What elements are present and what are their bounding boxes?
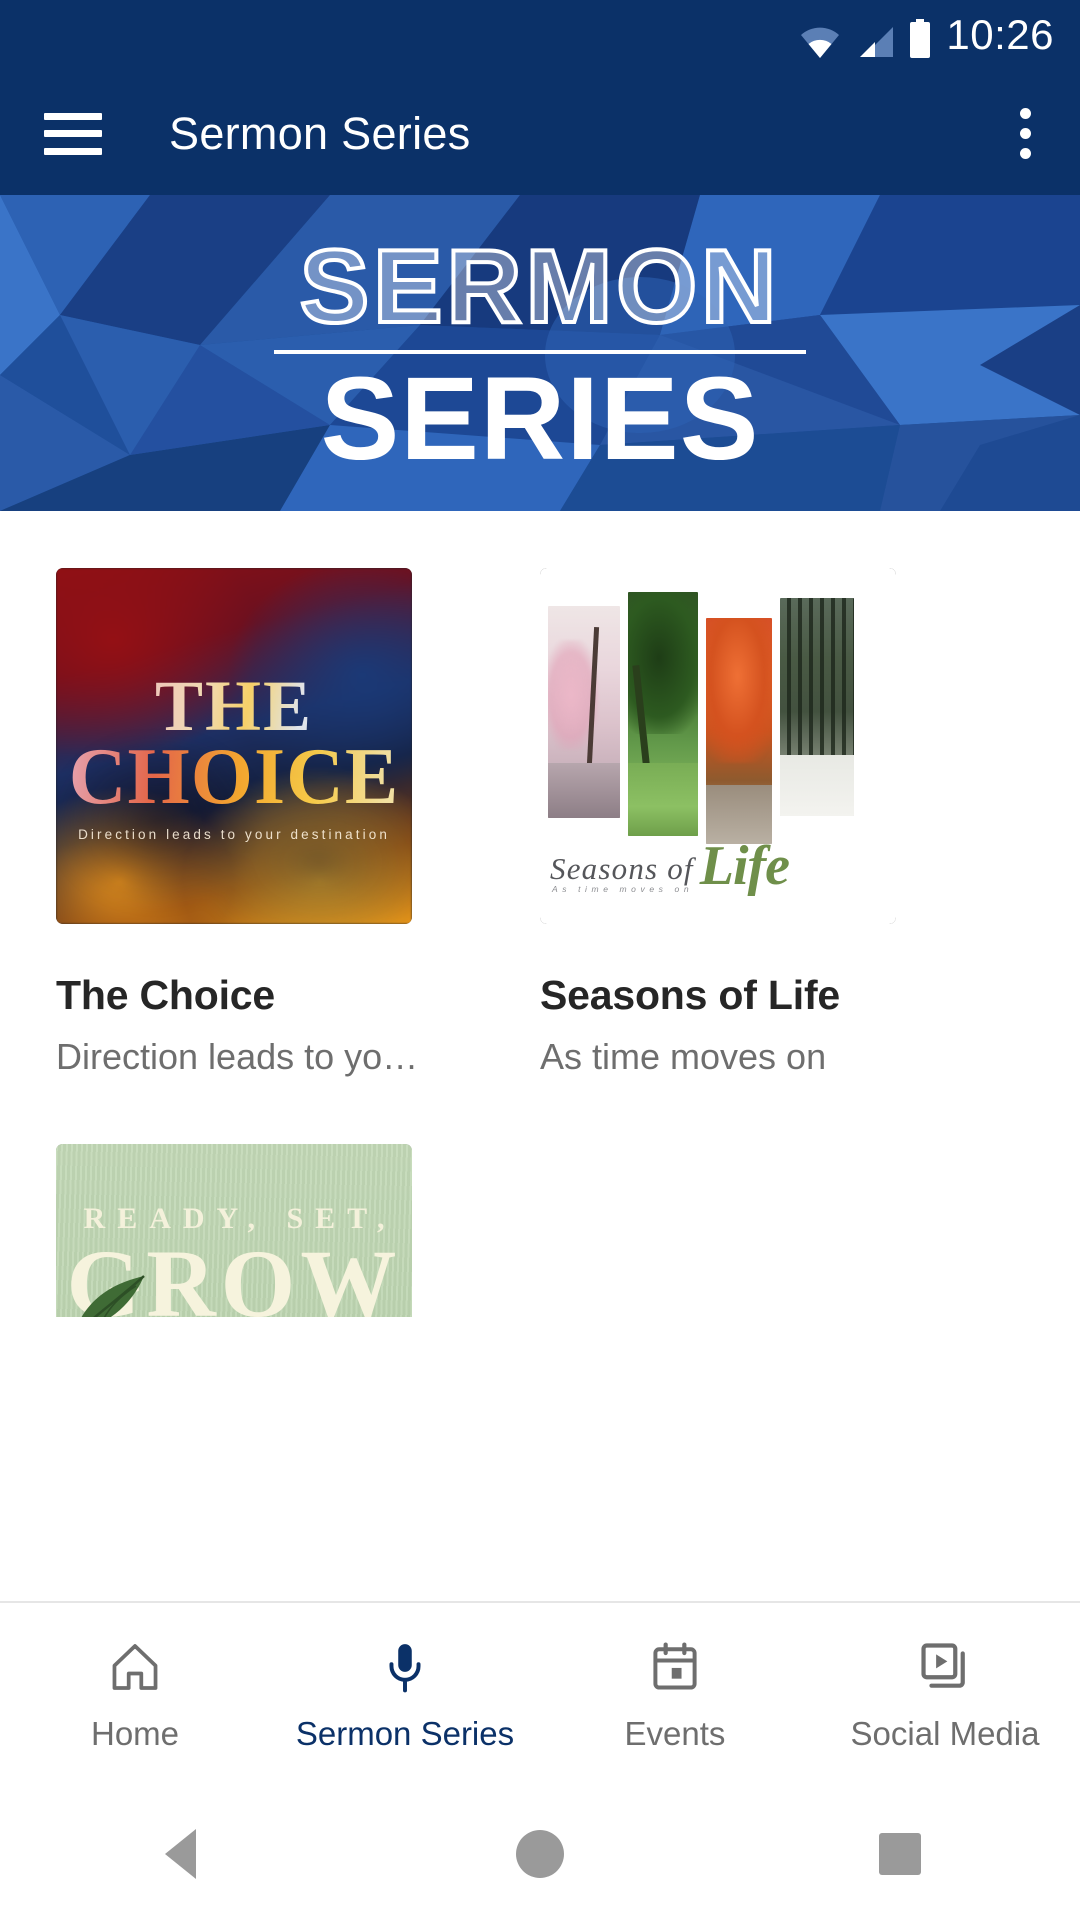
artwork-line-2: CHOICE <box>68 732 400 821</box>
leaf-icon <box>81 1275 145 1317</box>
series-card-ready-set-grow[interactable]: READY, SET, GROW <box>56 1144 480 1317</box>
winter-panel <box>780 598 854 816</box>
artwork-line-1: Seasons of As time moves on <box>550 851 694 894</box>
hero-text: SERMON SERIES <box>0 195 1080 511</box>
home-icon <box>112 1643 158 1690</box>
spring-panel <box>548 606 620 818</box>
nav-item-events[interactable]: Events <box>540 1639 810 1753</box>
video-library-icon <box>921 1642 965 1688</box>
seasons-of-life-artwork: Seasons of As time moves on Life <box>540 568 896 924</box>
series-thumbnail[interactable]: THE CHOICE Direction leads to your desti… <box>56 568 412 924</box>
calendar-icon <box>653 1642 697 1690</box>
series-thumbnail[interactable]: READY, SET, GROW <box>56 1144 412 1317</box>
series-thumbnail[interactable]: Seasons of As time moves on Life <box>540 568 896 924</box>
back-triangle-icon[interactable] <box>0 1829 360 1879</box>
nav-label: Home <box>90 1714 180 1752</box>
cellular-signal-icon <box>860 27 894 57</box>
artwork-text: THE CHOICE Direction leads to your desti… <box>56 568 412 924</box>
summer-panel <box>628 592 698 836</box>
battery-icon <box>910 19 931 58</box>
hero-line-2: SERIES <box>320 352 760 485</box>
autumn-panel <box>706 618 772 844</box>
series-subtitle: As time moves on <box>540 1036 827 1077</box>
series-card-the-choice[interactable]: THE CHOICE Direction leads to your desti… <box>56 568 480 1078</box>
artwork-line-2: Life <box>699 834 790 897</box>
series-subtitle: Direction leads to yo… <box>56 1036 419 1077</box>
nav-item-home[interactable]: Home <box>0 1639 270 1753</box>
bottom-navigation-bar: Home Sermon Series Events Social Media <box>0 1601 1080 1788</box>
series-title: Seasons of Life <box>540 972 841 1018</box>
nav-item-social-media[interactable]: Social Media <box>810 1639 1080 1753</box>
microphone-icon <box>389 1643 421 1692</box>
artwork-tagline: As time moves on <box>552 884 694 894</box>
more-vertical-icon[interactable] <box>1020 108 1032 159</box>
nav-item-sermon-series[interactable]: Sermon Series <box>270 1639 540 1753</box>
series-list-scroll[interactable]: THE CHOICE Direction leads to your desti… <box>0 511 1080 1317</box>
nav-label: Events <box>624 1714 726 1752</box>
series-card-seasons-of-life[interactable]: Seasons of As time moves on Life Seasons… <box>540 568 964 1078</box>
series-title: The Choice <box>56 972 275 1018</box>
ready-set-grow-artwork: READY, SET, GROW <box>56 1144 412 1317</box>
nav-label: Social Media <box>850 1714 1040 1752</box>
artwork-tagline: Direction leads to your destination <box>78 826 390 842</box>
hamburger-menu-icon[interactable] <box>44 112 102 155</box>
artwork-text: Seasons of As time moves on Life <box>550 838 886 894</box>
hero-banner: SERMON SERIES <box>0 195 1080 511</box>
status-bar: 10:26 <box>0 0 1080 72</box>
android-system-nav <box>0 1788 1080 1920</box>
app-screen: 10:26 Sermon Series SERMON SERIES THE CH… <box>0 0 1080 1920</box>
status-time: 10:26 <box>946 10 1054 58</box>
status-icons <box>798 13 932 59</box>
hero-line-1: SERMON <box>298 229 781 346</box>
series-grid: THE CHOICE Direction leads to your desti… <box>0 511 1080 1317</box>
home-circle-icon[interactable] <box>360 1830 720 1878</box>
wifi-icon <box>801 27 840 58</box>
page-title: Sermon Series <box>169 107 471 159</box>
app-bar: Sermon Series <box>0 72 1080 195</box>
nav-label: Sermon Series <box>295 1714 515 1752</box>
the-choice-artwork: THE CHOICE Direction leads to your desti… <box>56 568 412 924</box>
artwork-line-1: THE <box>154 666 314 747</box>
season-photo-panels <box>548 592 888 844</box>
recents-square-icon[interactable] <box>720 1833 1080 1875</box>
